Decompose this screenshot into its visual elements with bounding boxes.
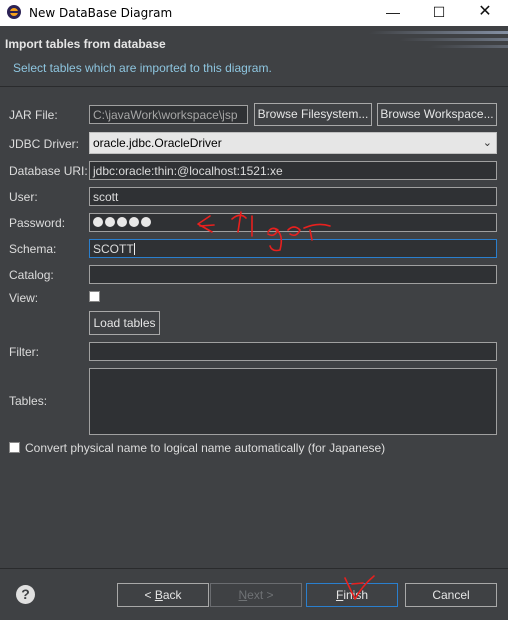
filter-field[interactable] bbox=[89, 342, 497, 361]
banner-decoration bbox=[368, 31, 508, 34]
password-mask-dot bbox=[93, 217, 103, 227]
user-label: User: bbox=[9, 190, 38, 204]
next-button[interactable]: Next > bbox=[210, 583, 302, 607]
password-label: Password: bbox=[9, 216, 66, 230]
minimize-button[interactable]: — bbox=[370, 0, 416, 26]
user-field[interactable]: scott bbox=[89, 187, 497, 206]
cancel-button[interactable]: Cancel bbox=[405, 583, 497, 607]
jar-file-label: JAR File: bbox=[9, 108, 58, 122]
window-title: New DataBase Diagram bbox=[29, 6, 173, 20]
text-cursor bbox=[133, 243, 135, 255]
browse-workspace-button[interactable]: Browse Workspace... bbox=[377, 103, 497, 126]
browse-filesystem-button[interactable]: Browse Filesystem... bbox=[254, 103, 372, 126]
jdbc-driver-label: JDBC Driver: bbox=[9, 137, 80, 151]
divider bbox=[0, 86, 508, 87]
chevron-down-icon: ⌄ bbox=[482, 137, 492, 149]
catalog-field[interactable] bbox=[89, 265, 497, 284]
back-prefix: < bbox=[144, 588, 155, 602]
password-mask-dot bbox=[141, 217, 151, 227]
wizard-title: Import tables from database bbox=[5, 37, 166, 51]
view-checkbox[interactable] bbox=[89, 291, 100, 302]
finish-button[interactable]: Finish bbox=[306, 583, 398, 607]
jar-file-field[interactable]: C:\javaWork\workspace\jsp bbox=[89, 105, 248, 124]
eclipse-icon bbox=[7, 5, 21, 19]
convert-checkbox[interactable] bbox=[9, 442, 20, 453]
help-icon[interactable]: ? bbox=[16, 585, 35, 604]
banner-decoration bbox=[428, 45, 508, 48]
next-rest: ext > bbox=[247, 588, 274, 602]
schema-value: SCOTT bbox=[93, 242, 134, 256]
load-tables-button[interactable]: Load tables bbox=[89, 311, 160, 335]
wizard-description: Select tables which are imported to this… bbox=[13, 61, 272, 75]
title-bar: New DataBase Diagram — ☐ ✕ bbox=[0, 0, 508, 26]
close-button[interactable]: ✕ bbox=[462, 0, 508, 26]
handwritten-annotation bbox=[197, 211, 375, 600]
database-uri-label: Database URI: bbox=[9, 164, 88, 178]
back-rest: ack bbox=[162, 588, 182, 602]
password-mask-dot bbox=[117, 217, 127, 227]
tables-label: Tables: bbox=[9, 394, 48, 408]
schema-label: Schema: bbox=[9, 242, 57, 256]
database-uri-field[interactable]: jdbc:oracle:thin:@localhost:1521:xe bbox=[89, 161, 497, 180]
banner-decoration bbox=[398, 38, 508, 41]
password-field[interactable] bbox=[89, 213, 497, 232]
password-mask-dot bbox=[129, 217, 139, 227]
tables-list[interactable] bbox=[89, 368, 497, 435]
wizard-banner: Import tables from database Select table… bbox=[0, 26, 508, 86]
schema-field[interactable]: SCOTT bbox=[89, 239, 497, 258]
finish-rest: inish bbox=[343, 588, 369, 602]
back-button[interactable]: < Back bbox=[117, 583, 209, 607]
catalog-label: Catalog: bbox=[9, 268, 54, 282]
jdbc-driver-select[interactable]: oracle.jdbc.OracleDriver ⌄ bbox=[89, 132, 497, 154]
password-mask-dot bbox=[105, 217, 115, 227]
convert-label: Convert physical name to logical name au… bbox=[25, 441, 386, 455]
maximize-button[interactable]: ☐ bbox=[416, 0, 462, 26]
back-mnemonic: B bbox=[154, 588, 163, 602]
jdbc-driver-value: oracle.jdbc.OracleDriver bbox=[93, 136, 222, 150]
view-label: View: bbox=[9, 291, 39, 305]
divider bbox=[0, 568, 508, 569]
filter-label: Filter: bbox=[9, 345, 39, 359]
next-mnemonic: N bbox=[238, 588, 248, 602]
